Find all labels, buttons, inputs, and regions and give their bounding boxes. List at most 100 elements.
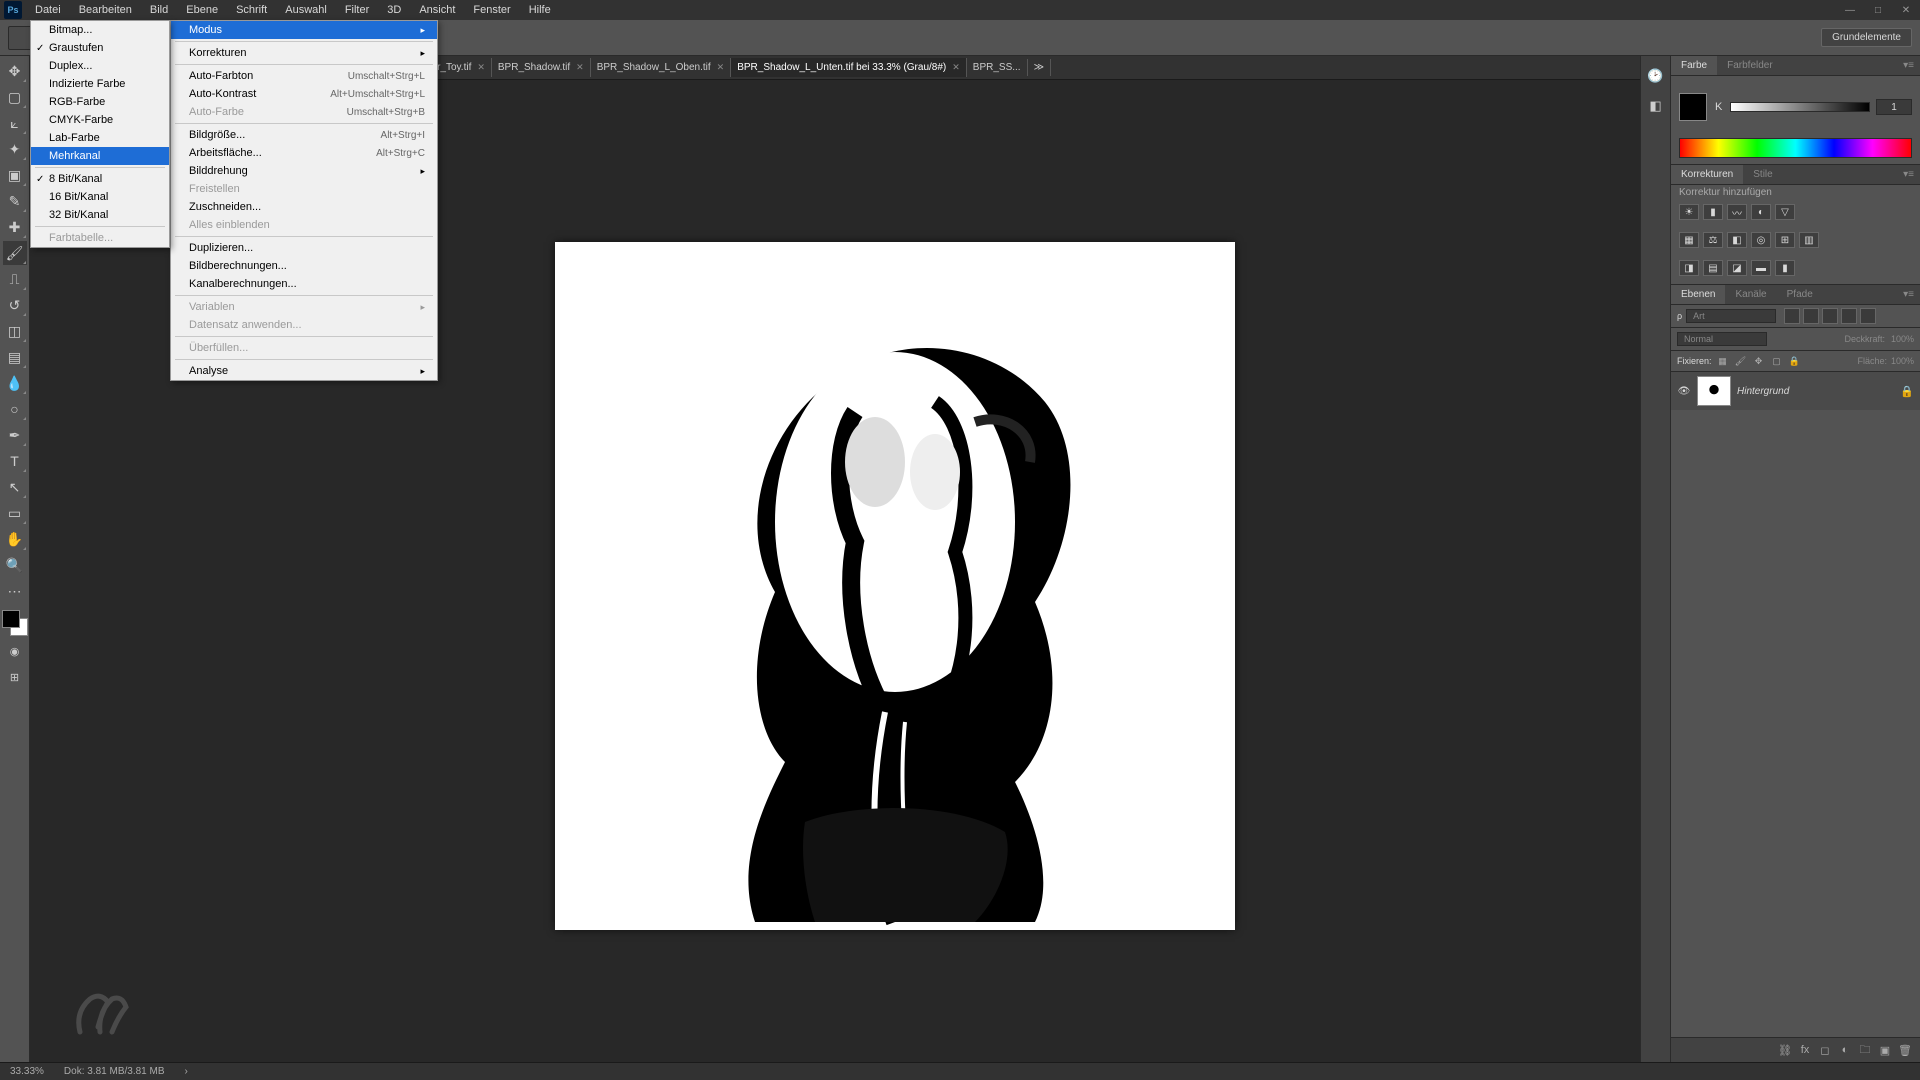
workspace-switcher[interactable]: Grundelemente xyxy=(1821,28,1912,47)
submenu-item-indizierte[interactable]: Indizierte Farbe xyxy=(31,75,169,93)
zoom-tool[interactable]: 🔍 xyxy=(3,553,27,577)
filter-pixel-icon[interactable] xyxy=(1784,308,1800,324)
zoom-level[interactable]: 33.33% xyxy=(10,1066,44,1077)
canvas[interactable] xyxy=(555,242,1235,930)
gradient-tool[interactable]: ▤ xyxy=(3,345,27,369)
submenu-item-mehrkanal[interactable]: Mehrkanal xyxy=(31,147,169,165)
posterize-icon[interactable]: ▤ xyxy=(1703,260,1723,276)
current-tool-icon[interactable] xyxy=(8,26,32,50)
foreground-color[interactable] xyxy=(2,610,20,628)
brightness-icon[interactable]: ☀ xyxy=(1679,204,1699,220)
menu-3d[interactable]: 3D xyxy=(378,1,410,19)
link-layers-icon[interactable]: ⛓ xyxy=(1776,1042,1794,1058)
menu-datei[interactable]: Datei xyxy=(26,1,70,19)
menu-bild[interactable]: Bild xyxy=(141,1,177,19)
submenu-item-duplex[interactable]: Duplex... xyxy=(31,57,169,75)
tab-close-icon[interactable]: ✕ xyxy=(952,62,960,73)
submenu-item-8bit[interactable]: ✓8 Bit/Kanal xyxy=(31,170,169,188)
shape-tool[interactable]: ▭ xyxy=(3,501,27,525)
wand-tool[interactable]: ✦ xyxy=(3,137,27,161)
type-tool[interactable]: T xyxy=(3,449,27,473)
eyedropper-tool[interactable]: ✎ xyxy=(3,189,27,213)
menu-item-bildgroesse[interactable]: Bildgröße...Alt+Strg+I xyxy=(171,126,437,144)
brush-tool[interactable]: 🖌 xyxy=(3,241,27,265)
hue-icon[interactable]: ▦ xyxy=(1679,232,1699,248)
vibrance-icon[interactable]: ▽ xyxy=(1775,204,1795,220)
exposure-icon[interactable]: ◐ xyxy=(1751,204,1771,220)
tab-close-icon[interactable]: ✕ xyxy=(717,62,725,73)
tab-pfade[interactable]: Pfade xyxy=(1777,285,1823,304)
menu-fenster[interactable]: Fenster xyxy=(464,1,519,19)
menu-ebene[interactable]: Ebene xyxy=(177,1,227,19)
layer-style-icon[interactable]: fx xyxy=(1796,1042,1814,1058)
minimize-button[interactable]: — xyxy=(1836,0,1864,20)
submenu-item-16bit[interactable]: 16 Bit/Kanal xyxy=(31,188,169,206)
tab-korrekturen[interactable]: Korrekturen xyxy=(1671,165,1743,184)
tab-farbe[interactable]: Farbe xyxy=(1671,56,1717,75)
pen-tool[interactable]: ✒ xyxy=(3,423,27,447)
curves-icon[interactable]: 〰 xyxy=(1727,204,1747,220)
photofilter-icon[interactable]: ◎ xyxy=(1751,232,1771,248)
properties-panel-icon[interactable]: ◧ xyxy=(1644,94,1668,118)
status-chevron-icon[interactable]: › xyxy=(185,1066,188,1077)
lock-position-icon[interactable]: ✥ xyxy=(1752,354,1766,368)
move-tool[interactable]: ✥ xyxy=(3,59,27,83)
menu-item-analyse[interactable]: Analyse xyxy=(171,362,437,380)
edit-toolbar[interactable]: ⋯ xyxy=(3,579,27,603)
tab-close-icon[interactable]: ✕ xyxy=(477,62,485,73)
tabs-overflow-icon[interactable]: ≫ xyxy=(1028,59,1051,76)
colorbalance-icon[interactable]: ⚖ xyxy=(1703,232,1723,248)
menu-item-modus[interactable]: Modus xyxy=(171,21,437,39)
filter-adjust-icon[interactable] xyxy=(1803,308,1819,324)
close-button[interactable]: ✕ xyxy=(1892,0,1920,20)
layer-visibility-icon[interactable]: 👁 xyxy=(1677,384,1691,398)
levels-icon[interactable]: ▮ xyxy=(1703,204,1723,220)
tab-stile[interactable]: Stile xyxy=(1743,165,1782,184)
tab-close-icon[interactable]: ✕ xyxy=(576,62,584,73)
history-brush-tool[interactable]: ↺ xyxy=(3,293,27,317)
menu-auswahl[interactable]: Auswahl xyxy=(276,1,336,19)
menu-item-bilddrehung[interactable]: Bilddrehung xyxy=(171,162,437,180)
healing-tool[interactable]: ✚ xyxy=(3,215,27,239)
color-spectrum[interactable] xyxy=(1679,138,1912,158)
marquee-tool[interactable]: ▢ xyxy=(3,85,27,109)
submenu-item-cmyk[interactable]: CMYK-Farbe xyxy=(31,111,169,129)
crop-tool[interactable]: ▣ xyxy=(3,163,27,187)
submenu-item-32bit[interactable]: 32 Bit/Kanal xyxy=(31,206,169,224)
panel-menu-icon[interactable]: ▾≡ xyxy=(1897,58,1920,73)
stamp-tool[interactable]: ⎍ xyxy=(3,267,27,291)
layer-row[interactable]: 👁 Hintergrund 🔒 xyxy=(1671,372,1920,410)
submenu-item-rgb[interactable]: RGB-Farbe xyxy=(31,93,169,111)
menu-schrift[interactable]: Schrift xyxy=(227,1,276,19)
blend-mode-select[interactable]: Normal xyxy=(1677,332,1767,346)
menu-ansicht[interactable]: Ansicht xyxy=(410,1,464,19)
submenu-item-lab[interactable]: Lab-Farbe xyxy=(31,129,169,147)
menu-bearbeiten[interactable]: Bearbeiten xyxy=(70,1,141,19)
new-group-icon[interactable]: 🗀 xyxy=(1856,1042,1874,1058)
menu-item-zuschneiden[interactable]: Zuschneiden... xyxy=(171,198,437,216)
menu-hilfe[interactable]: Hilfe xyxy=(520,1,560,19)
k-slider-track[interactable] xyxy=(1730,102,1870,112)
filter-shape-icon[interactable] xyxy=(1841,308,1857,324)
layer-mask-icon[interactable]: ◻ xyxy=(1816,1042,1834,1058)
eraser-tool[interactable]: ◫ xyxy=(3,319,27,343)
tab-farbfelder[interactable]: Farbfelder xyxy=(1717,56,1783,75)
document-info[interactable]: Dok: 3.81 MB/3.81 MB xyxy=(64,1066,165,1077)
panel-menu-icon[interactable]: ▾≡ xyxy=(1897,287,1920,302)
menu-item-auto-farbton[interactable]: Auto-FarbtonUmschalt+Strg+L xyxy=(171,67,437,85)
document-tab[interactable]: BPR_Shadow_L_Oben.tif✕ xyxy=(591,58,732,77)
menu-filter[interactable]: Filter xyxy=(336,1,378,19)
channelmixer-icon[interactable]: ⊞ xyxy=(1775,232,1795,248)
blur-tool[interactable]: 💧 xyxy=(3,371,27,395)
panel-menu-icon[interactable]: ▾≡ xyxy=(1897,167,1920,182)
document-tab-active[interactable]: BPR_Shadow_L_Unten.tif bei 33.3% (Grau/8… xyxy=(731,58,967,77)
new-layer-icon[interactable]: ▣ xyxy=(1876,1042,1894,1058)
selectivecolor-icon[interactable]: ▮ xyxy=(1775,260,1795,276)
quickmask-toggle[interactable]: ◉ xyxy=(5,640,25,662)
filter-type-icon[interactable] xyxy=(1822,308,1838,324)
delete-layer-icon[interactable]: 🗑 xyxy=(1896,1042,1914,1058)
tab-kanaele[interactable]: Kanäle xyxy=(1725,285,1776,304)
hand-tool[interactable]: ✋ xyxy=(3,527,27,551)
path-tool[interactable]: ↖ xyxy=(3,475,27,499)
menu-item-kanalberechnungen[interactable]: Kanalberechnungen... xyxy=(171,275,437,293)
